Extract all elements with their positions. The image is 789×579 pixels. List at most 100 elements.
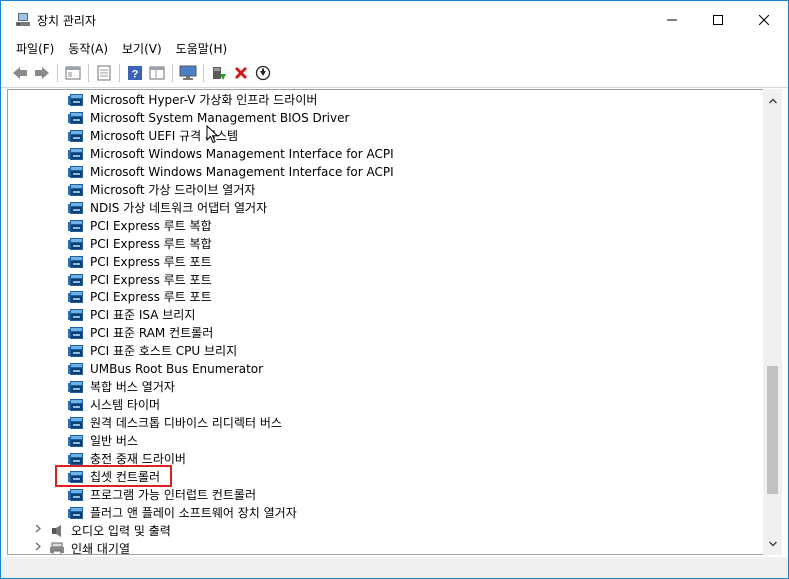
minimize-button[interactable] (649, 1, 695, 39)
system-device-icon (68, 111, 84, 125)
device-row[interactable]: NDIS 가상 네트워크 어댑터 열거자 (8, 199, 764, 217)
category-row[interactable]: 오디오 입력 및 출력 (8, 522, 764, 540)
menu-help[interactable]: 도움말(H) (169, 39, 235, 59)
system-device-icon (68, 273, 84, 287)
device-row[interactable]: Microsoft 가상 드라이브 열거자 (8, 181, 764, 199)
menu-view[interactable]: 보기(V) (115, 39, 169, 59)
menu-action[interactable]: 동작(A) (61, 39, 115, 59)
monitor-icon (179, 65, 197, 80)
system-device-icon (68, 326, 84, 340)
device-label: PCI Express 루트 복합 (90, 236, 212, 251)
back-icon (13, 67, 27, 79)
chevron-right-icon[interactable] (35, 540, 41, 554)
device-row[interactable]: 복합 버스 열거자 (8, 378, 764, 396)
device-label: 시스템 타이머 (90, 398, 161, 413)
category-label: 인쇄 대기열 (71, 541, 131, 555)
device-row[interactable]: Microsoft Windows Management Interface f… (8, 145, 764, 163)
status-bar (1, 557, 788, 578)
scan-button[interactable] (252, 62, 274, 84)
scroll-down-button[interactable] (763, 535, 782, 552)
device-label: PCI Express 루트 포트 (90, 272, 212, 287)
system-device-icon (68, 147, 84, 161)
system-device-icon (68, 398, 84, 412)
device-row[interactable]: UMBus Root Bus Enumerator (8, 360, 764, 378)
device-label: Microsoft Windows Management Interface f… (90, 164, 394, 179)
close-button[interactable] (741, 1, 787, 39)
device-label: PCI Express 루트 복합 (90, 218, 212, 233)
device-row[interactable]: Microsoft UEFI 규격 시스템 (8, 127, 764, 145)
device-label: PCI 표준 호스트 CPU 브리지 (90, 344, 238, 359)
chevron-down-icon (768, 541, 777, 546)
device-row[interactable]: PCI 표준 호스트 CPU 브리지 (8, 342, 764, 360)
uninstall-button[interactable] (230, 62, 252, 84)
details-button[interactable] (146, 62, 168, 84)
close-icon (759, 15, 769, 25)
update-driver-button[interactable] (208, 62, 230, 84)
system-device-icon (68, 255, 84, 269)
device-row[interactable]: Microsoft System Management BIOS Driver (8, 109, 764, 127)
device-row[interactable]: PCI 표준 RAM 컨트롤러 (8, 324, 764, 342)
system-device-icon (68, 219, 84, 233)
device-label: PCI 표준 RAM 컨트롤러 (90, 326, 214, 341)
chevron-right-icon[interactable] (35, 522, 41, 540)
device-label: 프로그램 가능 인터럽트 컨트롤러 (90, 487, 257, 502)
maximize-icon (713, 15, 723, 25)
system-device-icon (68, 183, 84, 197)
device-row[interactable]: Microsoft Windows Management Interface f… (8, 163, 764, 181)
menu-file[interactable]: 파일(F) (9, 39, 61, 59)
device-row[interactable]: Microsoft Hyper-V 가상화 인프라 드라이버 (8, 91, 764, 109)
scroll-thumb[interactable] (767, 366, 778, 494)
device-label: Microsoft 가상 드라이브 열거자 (90, 182, 256, 197)
system-device-icon (68, 362, 84, 376)
system-device-icon (68, 488, 84, 502)
monitor-button[interactable] (177, 62, 199, 84)
forward-button[interactable] (31, 62, 53, 84)
device-label: PCI 표준 ISA 브리지 (90, 308, 196, 323)
uninstall-icon (234, 66, 248, 80)
toolbar: ? (1, 60, 788, 86)
device-label: 원격 데스크톱 디바이스 리디렉터 버스 (90, 416, 282, 431)
device-row[interactable]: 일반 버스 (8, 432, 764, 450)
device-row[interactable]: 프로그램 가능 인터럽트 컨트롤러 (8, 486, 764, 504)
system-device-icon (68, 344, 84, 358)
device-row[interactable]: 플러그 앤 플레이 소프트웨어 장치 열거자 (8, 504, 764, 522)
vertical-scrollbar[interactable] (763, 89, 782, 555)
maximize-button[interactable] (695, 1, 741, 39)
chevron-up-icon (768, 98, 777, 103)
properties-pane-button[interactable] (62, 62, 84, 84)
mouse-cursor-icon (206, 125, 219, 144)
device-row[interactable]: PCI Express 루트 포트 (8, 271, 764, 289)
system-device-icon (68, 434, 84, 448)
device-row[interactable]: 원격 데스크톱 디바이스 리디렉터 버스 (8, 414, 764, 432)
device-row[interactable]: PCI Express 루트 복합 (8, 217, 764, 235)
system-device-icon (68, 237, 84, 251)
system-device-icon (68, 201, 84, 215)
category-row[interactable]: 인쇄 대기열 (8, 540, 764, 555)
speaker-icon (49, 524, 65, 538)
device-row[interactable]: PCI Express 루트 복합 (8, 235, 764, 253)
device-label: PCI Express 루트 포트 (90, 290, 212, 305)
svg-text:?: ? (132, 69, 139, 81)
device-label: Microsoft Windows Management Interface f… (90, 146, 394, 161)
title-bar[interactable]: 장치 관리자 (1, 1, 788, 39)
system-device-icon (68, 308, 84, 322)
category-label: 오디오 입력 및 출력 (71, 523, 171, 538)
list-button[interactable] (93, 62, 115, 84)
system-device-icon (68, 93, 84, 107)
device-manager-window: 장치 관리자 파일(F) 동작(A) 보기(V) 도움말(H) ? Micros… (0, 0, 789, 579)
help-button[interactable]: ? (124, 62, 146, 84)
scroll-up-button[interactable] (763, 92, 782, 109)
scan-icon (255, 65, 271, 81)
device-row[interactable]: PCI Express 루트 포트 (8, 288, 764, 306)
selection-highlight (55, 465, 172, 487)
list-icon (97, 65, 111, 81)
device-row[interactable]: 시스템 타이머 (8, 396, 764, 414)
details-icon (149, 66, 165, 80)
device-row[interactable]: PCI Express 루트 포트 (8, 253, 764, 271)
device-row[interactable]: PCI 표준 ISA 브리지 (8, 306, 764, 324)
printer-icon (49, 542, 65, 554)
toolbar-separator (172, 64, 173, 82)
device-label: NDIS 가상 네트워크 어댑터 열거자 (90, 200, 268, 215)
back-button[interactable] (9, 62, 31, 84)
help-icon: ? (128, 66, 142, 81)
